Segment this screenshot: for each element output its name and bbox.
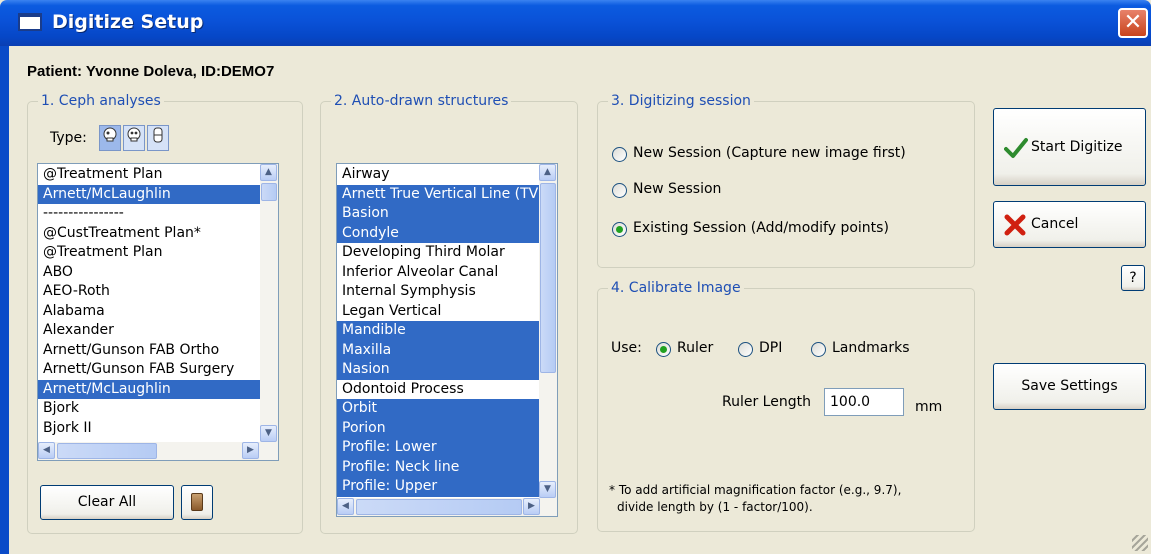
ceph-vscroll-thumb[interactable] xyxy=(261,183,277,201)
start-digitize-button[interactable]: Start Digitize xyxy=(993,108,1146,186)
window-border xyxy=(0,46,9,554)
help-button[interactable]: ? xyxy=(1121,265,1145,291)
scroll-down-icon[interactable]: ▼ xyxy=(539,481,556,498)
use-label: Use: xyxy=(611,340,642,356)
window-title: Digitize Setup xyxy=(52,11,204,33)
magnification-note-line1: * To add artificial magnification factor… xyxy=(609,483,902,497)
checkmark-icon xyxy=(1004,137,1028,163)
ceph-analysis-item[interactable]: Alexander xyxy=(38,321,261,341)
auto-structure-item[interactable]: Condyle xyxy=(337,223,540,243)
auto-vscroll-thumb[interactable] xyxy=(540,183,556,373)
magnification-note-line2: divide length by (1 - factor/100). xyxy=(617,500,813,514)
ceph-analysis-item[interactable]: ABO xyxy=(38,263,261,283)
ceph-analysis-item[interactable]: Arnett/Gunson FAB Ortho xyxy=(38,341,261,361)
auto-structure-item[interactable]: Nasion xyxy=(337,360,540,380)
eraser-button[interactable] xyxy=(181,485,213,520)
landmarks-radio[interactable] xyxy=(811,342,826,357)
ceph-analyses-legend: 1. Ceph analyses xyxy=(38,93,164,109)
auto-structure-item[interactable]: Profile: Lower xyxy=(337,438,540,458)
title-bar: Digitize Setup ✕ xyxy=(0,0,1151,46)
resize-grip[interactable] xyxy=(1132,535,1148,551)
auto-structures-list[interactable]: Airway Arnett True Vertical Line (TVL Basi… xyxy=(336,163,558,517)
auto-structure-item[interactable]: Odontoid Process xyxy=(337,380,540,400)
patient-label: Patient: Yvonne Doleva, ID:DEMO7 xyxy=(27,63,275,80)
ceph-hscroll[interactable]: ◀ ▶ xyxy=(38,442,278,460)
new-session-label[interactable]: New Session xyxy=(633,181,721,197)
ceph-analysis-item[interactable]: AEO-Roth xyxy=(38,282,261,302)
ceph-analysis-item[interactable]: @CustTreatment Plan* xyxy=(38,224,261,244)
ceph-analysis-item[interactable]: Arnett/McLaughlin xyxy=(38,379,261,399)
ceph-analysis-item[interactable]: Arnett/Gunson FAB Surgery xyxy=(38,360,261,380)
window-app-icon xyxy=(18,13,42,31)
scroll-down-icon[interactable]: ▼ xyxy=(260,425,277,442)
scroll-up-icon[interactable]: ▲ xyxy=(539,164,556,181)
existing-session-radio[interactable] xyxy=(612,222,627,237)
teeth-icon[interactable] xyxy=(147,125,169,151)
ruler-length-label: Ruler Length xyxy=(722,394,811,410)
ceph-vscroll[interactable]: ▲ ▼ xyxy=(260,164,278,442)
auto-structure-item[interactable]: Maxilla xyxy=(337,340,540,360)
ceph-analysis-item[interactable]: Arnett/McLaughlin xyxy=(38,184,261,204)
ceph-analyses-list[interactable]: @Treatment Plan Arnett/McLaughlin --------… xyxy=(37,163,279,461)
auto-structure-item[interactable]: Orbit xyxy=(337,399,540,419)
skull-front-icon[interactable] xyxy=(123,125,145,151)
auto-structure-item[interactable]: Internal Symphysis xyxy=(337,282,540,302)
auto-structure-item[interactable]: Arnett True Vertical Line (TVL xyxy=(337,184,540,204)
auto-vscroll[interactable]: ▲ ▼ xyxy=(539,164,557,498)
scroll-right-icon[interactable]: ▶ xyxy=(523,498,540,515)
eraser-icon xyxy=(191,493,203,511)
dpi-radio[interactable] xyxy=(738,342,753,357)
auto-hscroll[interactable]: ◀ ▶ xyxy=(337,498,557,516)
ruler-length-input[interactable] xyxy=(824,388,904,416)
digitizing-session-legend: 3. Digitizing session xyxy=(608,93,754,109)
scroll-right-icon[interactable]: ▶ xyxy=(242,442,259,459)
skull-side-icon[interactable] xyxy=(99,125,121,151)
close-button[interactable]: ✕ xyxy=(1118,8,1148,38)
cancel-label: Cancel xyxy=(1031,216,1079,232)
auto-structure-item[interactable]: Inferior Alveolar Canal xyxy=(337,263,540,283)
ceph-analysis-item[interactable]: @Treatment Plan xyxy=(38,165,261,185)
ceph-hscroll-thumb[interactable] xyxy=(57,443,157,459)
calibrate-image-legend: 4. Calibrate Image xyxy=(608,280,744,296)
auto-structures-legend: 2. Auto-drawn structures xyxy=(331,93,512,109)
red-x-icon xyxy=(1004,214,1026,240)
auto-hscroll-thumb[interactable] xyxy=(356,499,522,515)
auto-structure-item[interactable]: Mandible xyxy=(337,321,540,341)
ceph-analysis-item[interactable]: Bjork II xyxy=(38,419,261,439)
ceph-analysis-item[interactable]: ---------------- xyxy=(38,204,261,224)
start-digitize-label: Start Digitize xyxy=(1031,139,1123,155)
ruler-radio[interactable] xyxy=(656,342,671,357)
auto-structure-item[interactable]: Basion xyxy=(337,204,540,224)
new-session-capture-radio[interactable] xyxy=(612,147,627,162)
new-session-capture-label[interactable]: New Session (Capture new image first) xyxy=(633,145,906,161)
clear-all-button[interactable]: Clear All xyxy=(40,485,174,520)
auto-structure-item[interactable]: Profile: Upper xyxy=(337,477,540,497)
new-session-radio[interactable] xyxy=(612,183,627,198)
cancel-button[interactable]: Cancel xyxy=(993,201,1146,248)
save-settings-button[interactable]: Save Settings xyxy=(993,363,1146,410)
auto-structure-item[interactable]: Legan Vertical xyxy=(337,302,540,322)
dpi-label[interactable]: DPI xyxy=(759,340,782,356)
type-label: Type: xyxy=(50,130,87,146)
ceph-analysis-item[interactable]: Bjork xyxy=(38,399,261,419)
ruler-length-unit: mm xyxy=(915,399,943,415)
ceph-analysis-item[interactable]: @Treatment Plan xyxy=(38,243,261,263)
auto-structure-item[interactable]: Developing Third Molar xyxy=(337,243,540,263)
scroll-left-icon[interactable]: ◀ xyxy=(337,498,354,515)
landmarks-label[interactable]: Landmarks xyxy=(832,340,910,356)
scroll-left-icon[interactable]: ◀ xyxy=(38,442,55,459)
existing-session-label[interactable]: Existing Session (Add/modify points) xyxy=(633,220,889,236)
ruler-label[interactable]: Ruler xyxy=(677,340,713,356)
ceph-analysis-item[interactable]: Alabama xyxy=(38,302,261,322)
auto-structure-item[interactable]: Airway xyxy=(337,165,540,185)
auto-structure-item[interactable]: Porion xyxy=(337,418,540,438)
scroll-up-icon[interactable]: ▲ xyxy=(260,164,277,181)
auto-structure-item[interactable]: Profile: Neck line xyxy=(337,457,540,477)
